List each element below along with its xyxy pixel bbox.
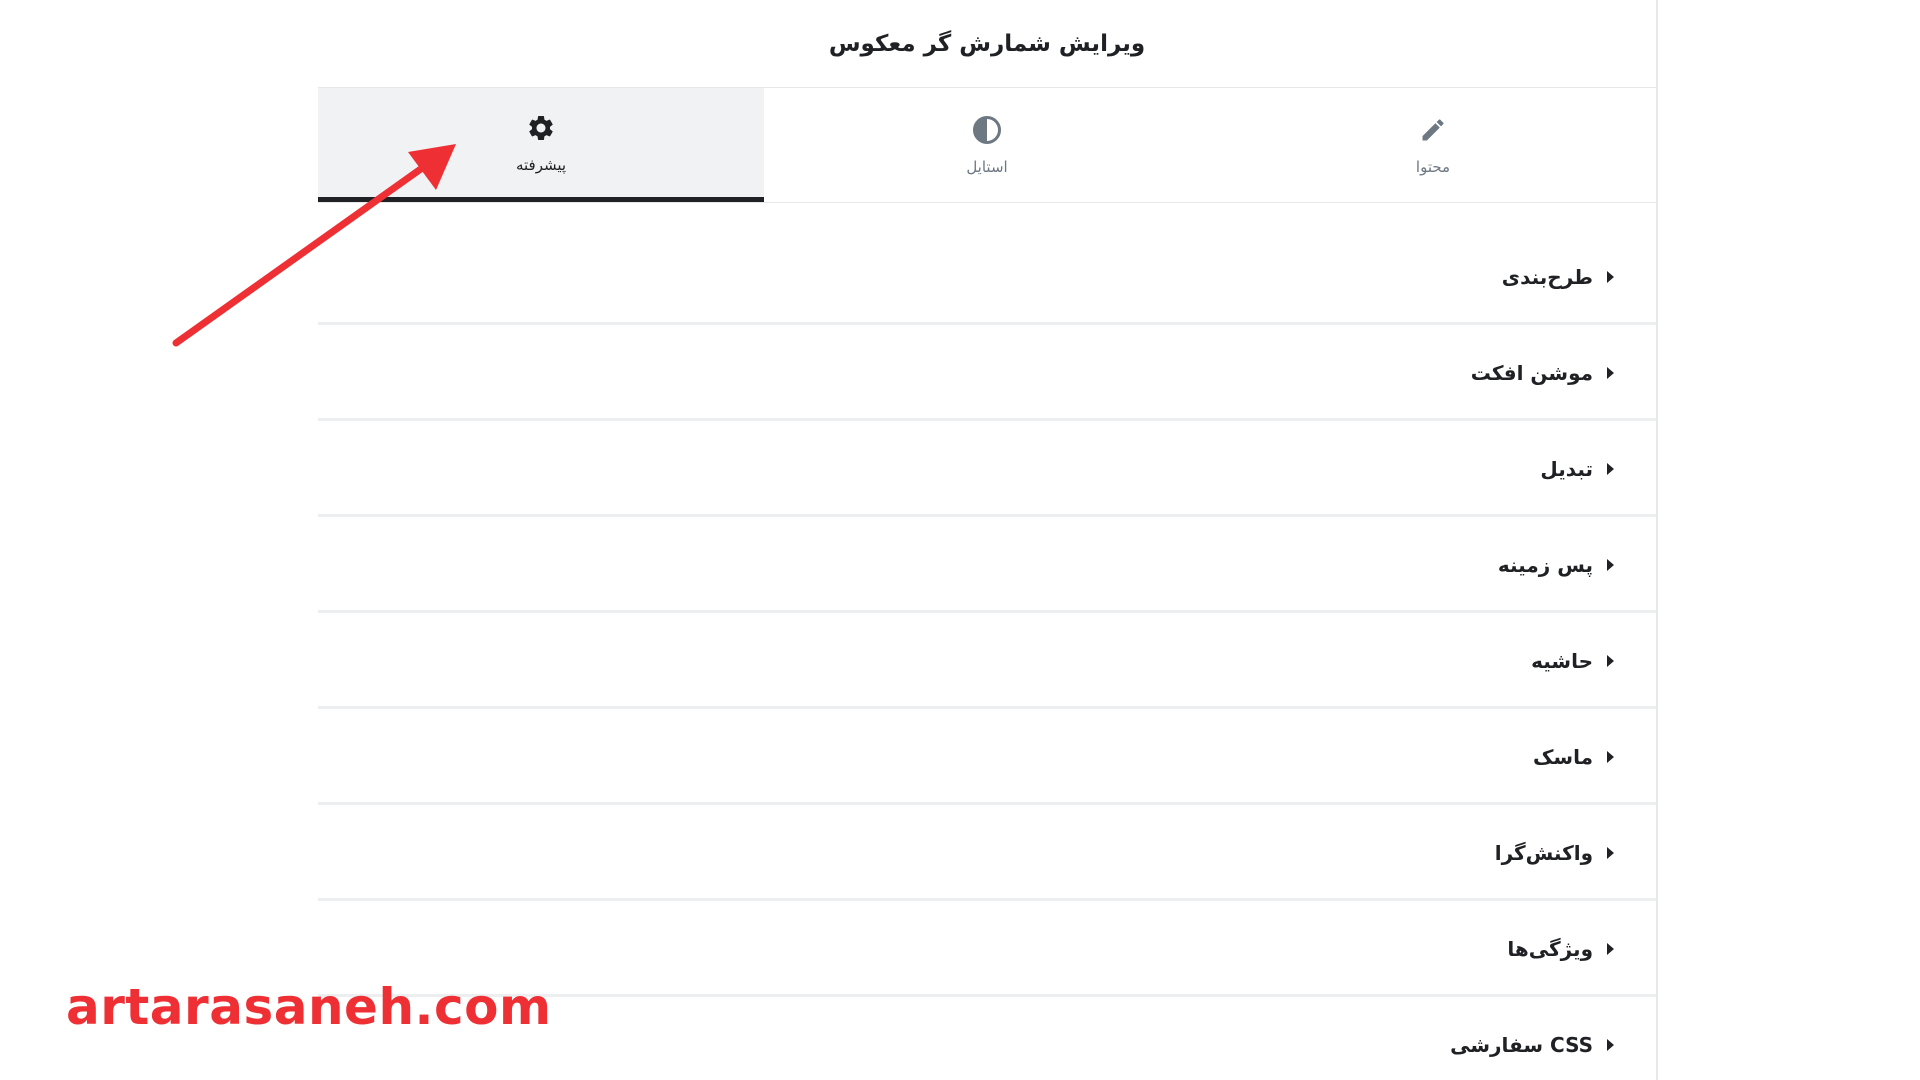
tab-style[interactable]: استایل	[764, 88, 1210, 202]
section-label: موشن افکت	[1470, 360, 1593, 385]
contrast-icon	[971, 114, 1003, 146]
gear-icon	[525, 112, 557, 144]
section-border[interactable]: حاشیه	[318, 615, 1656, 709]
watermark-text: artarasaneh.com	[66, 978, 552, 1036]
editor-panel: ویرایش شمارش گر معکوس محتوا استایل پیشرف…	[318, 0, 1658, 1080]
section-background[interactable]: پس زمینه	[318, 519, 1656, 613]
caret-left-icon	[1607, 558, 1614, 571]
tab-style-label: استایل	[966, 158, 1008, 176]
section-layout[interactable]: طرح‌بندی	[318, 231, 1656, 325]
section-label: ماسک	[1532, 744, 1593, 769]
section-label: واکنش‌گرا	[1494, 840, 1593, 865]
tab-advanced[interactable]: پیشرفته	[318, 88, 764, 202]
panel-tabs: محتوا استایل پیشرفته	[318, 88, 1656, 203]
caret-left-icon	[1607, 366, 1614, 379]
tab-content-label: محتوا	[1415, 158, 1451, 176]
caret-left-icon	[1607, 654, 1614, 667]
caret-left-icon	[1607, 750, 1614, 763]
panel-header: ویرایش شمارش گر معکوس	[318, 0, 1656, 88]
section-label: پس زمینه	[1497, 552, 1593, 577]
section-mask[interactable]: ماسک	[318, 711, 1656, 805]
tab-advanced-label: پیشرفته	[515, 155, 567, 174]
section-label: طرح‌بندی	[1501, 264, 1593, 289]
section-responsive[interactable]: واکنش‌گرا	[318, 807, 1656, 901]
tab-content[interactable]: محتوا	[1210, 88, 1656, 202]
section-label: تبدیل	[1540, 456, 1593, 481]
caret-left-icon	[1607, 1038, 1614, 1051]
screenshot-stage: ویرایش شمارش گر معکوس محتوا استایل پیشرف…	[0, 0, 1920, 1080]
caret-left-icon	[1607, 846, 1614, 859]
section-list: طرح‌بندی موشن افکت تبدیل پس زمینه حاشیه …	[318, 203, 1656, 1080]
section-label: ویژگی‌ها	[1507, 936, 1593, 961]
caret-left-icon	[1607, 462, 1614, 475]
section-label: حاشیه	[1531, 648, 1593, 673]
caret-left-icon	[1607, 942, 1614, 955]
section-transform[interactable]: تبدیل	[318, 423, 1656, 517]
pencil-icon	[1417, 114, 1449, 146]
panel-title: ویرایش شمارش گر معکوس	[828, 30, 1146, 57]
caret-left-icon	[1607, 270, 1614, 283]
section-label: CSS سفارشی	[1450, 1032, 1593, 1057]
section-motion-effects[interactable]: موشن افکت	[318, 327, 1656, 421]
